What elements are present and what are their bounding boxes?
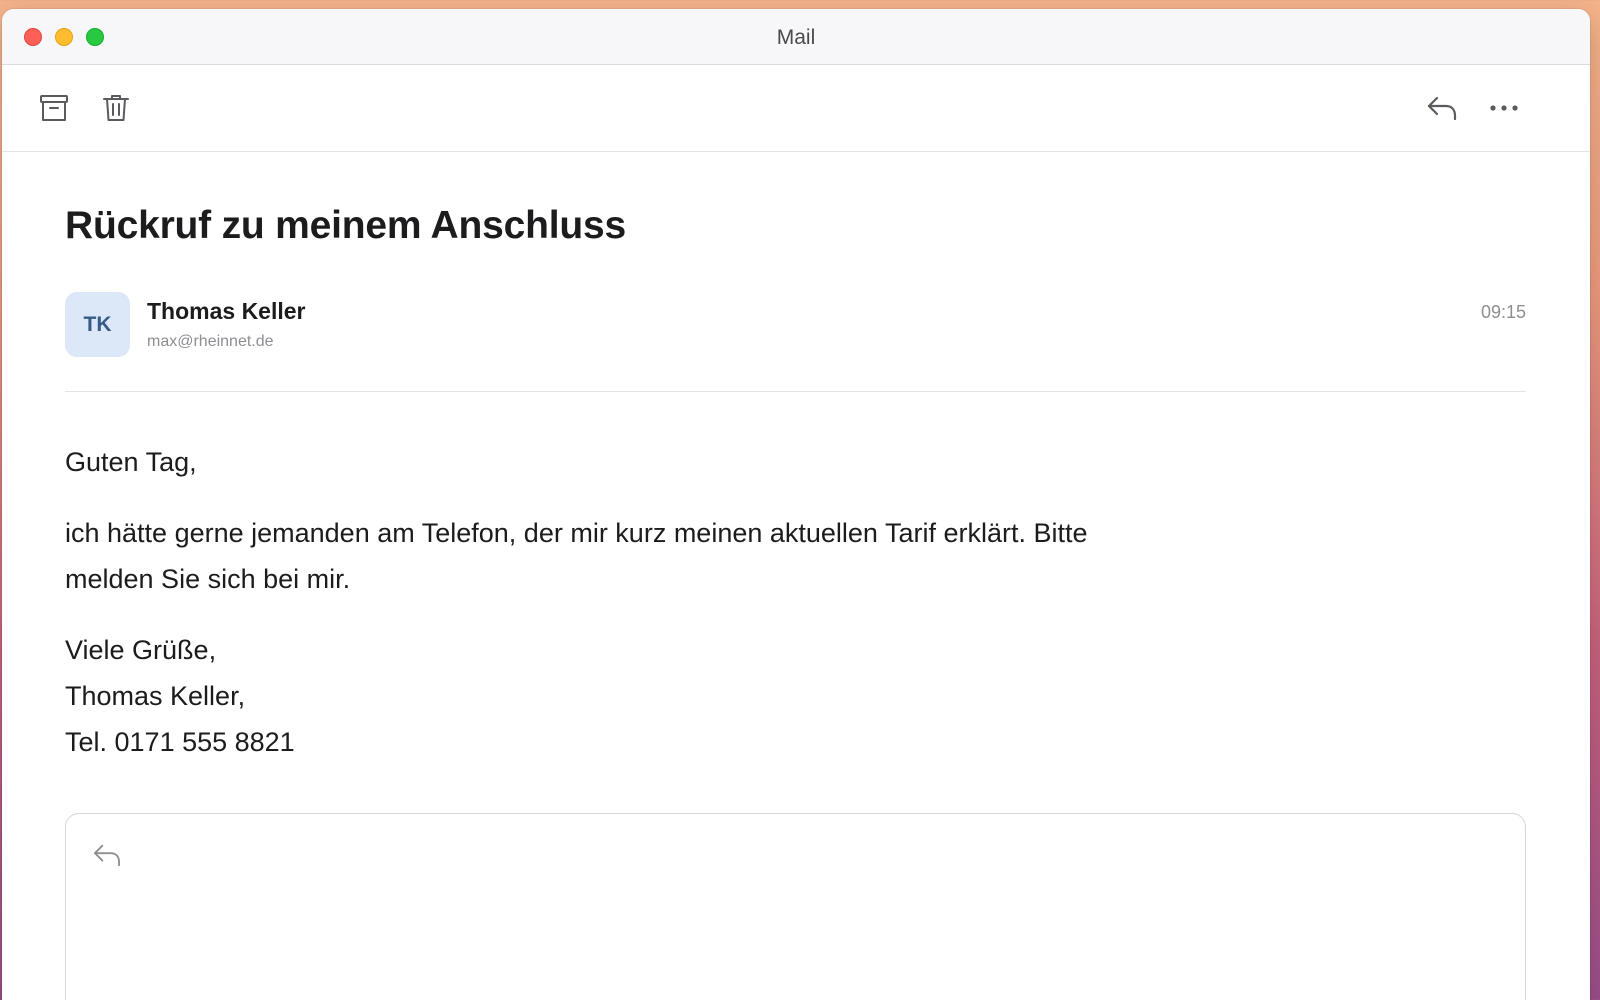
reply-button[interactable] [1422,88,1462,128]
mail-window: Mail Rückruf zu meinem Anschluss TK Thom… [2,9,1590,1000]
more-button[interactable] [1484,88,1524,128]
header-divider [65,391,1526,392]
trash-icon [101,93,131,123]
more-icon [1489,104,1519,112]
body-closing: Viele Grüße, Thomas Keller, Tel. 0171 55… [65,627,1165,765]
title-bar[interactable]: Mail [2,9,1590,65]
closing-line: Thomas Keller, [65,681,246,711]
window-title: Mail [776,26,816,49]
sender-header: TK Thomas Keller max@rheinnet.de 09:15 [65,292,1526,358]
message-view: Rückruf zu meinem Anschluss TK Thomas Ke… [2,202,1590,1000]
body-greeting: Guten Tag, [65,447,197,477]
quick-reply-field[interactable] [65,813,1526,1000]
message-subject: Rückruf zu meinem Anschluss [65,204,626,247]
body-paragraph: ich hätte gerne jemanden am Telefon, der… [65,518,1088,594]
reply-icon [1426,94,1458,122]
reply-icon [92,842,122,872]
delete-button[interactable] [96,88,136,128]
closing-line: Tel. 0171 555 8821 [65,727,295,757]
toolbar [2,65,1590,152]
closing-line: Viele Grüße, [65,635,217,665]
message-timestamp: 09:15 [1480,302,1526,322]
sender-email[interactable]: max@rheinnet.de [147,333,274,351]
archive-icon [39,93,69,123]
message-body[interactable]: Guten Tag, ich hätte gerne jemanden am T… [65,439,1526,765]
avatar[interactable]: TK [65,292,130,357]
sender-name[interactable]: Thomas Keller [147,298,306,325]
archive-button[interactable] [34,88,74,128]
